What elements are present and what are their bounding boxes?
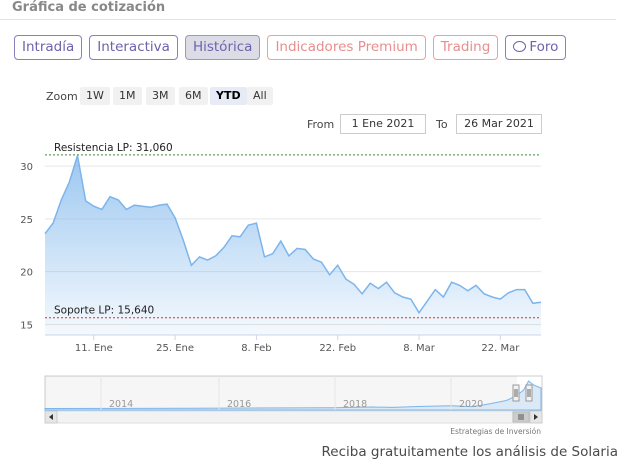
- x-tick-label: 22. Mar: [481, 343, 520, 354]
- y-tick-label: 30: [20, 162, 33, 173]
- x-axis-labels: 11. Ene 25. Ene 8. Feb 22. Feb 8. Mar 22. Mar: [75, 343, 520, 354]
- price-chart: 15 20 25 30 11. Ene 25. Ene 8. Feb 22. Feb 8. M…: [20, 142, 543, 436]
- navigator-scrollbar[interactable]: [44, 410, 543, 424]
- x-tick-label: 25. Ene: [156, 343, 194, 354]
- y-tick-label: 25: [20, 215, 33, 226]
- navigator-left-handle[interactable]: [512, 384, 520, 402]
- navigator-year-label: 2016: [227, 399, 251, 410]
- navigator-right-handle[interactable]: [525, 384, 533, 402]
- navigator-year-label: 2018: [343, 399, 367, 410]
- support-label: Soporte LP: 15,640: [54, 305, 154, 317]
- y-tick-label: 15: [20, 320, 33, 331]
- y-tick-label: 20: [20, 268, 33, 279]
- resistance-label: Resistencia LP: 31,060: [54, 142, 173, 154]
- x-tick-label: 8. Feb: [241, 343, 271, 354]
- x-tick-label: 22. Feb: [319, 343, 356, 354]
- y-axis-labels: 15 20 25 30: [20, 162, 33, 331]
- navigator-year-label: 2014: [109, 399, 133, 410]
- x-tick-label: 8. Mar: [403, 343, 435, 354]
- chart-credits: Estrategias de Inversión: [450, 427, 541, 436]
- newsletter-cta-link[interactable]: Reciba gratuitamente los análisis de Sol…: [322, 444, 619, 460]
- x-tick-label: 11. Ene: [75, 343, 113, 354]
- navigator-year-label: 2020: [459, 399, 483, 410]
